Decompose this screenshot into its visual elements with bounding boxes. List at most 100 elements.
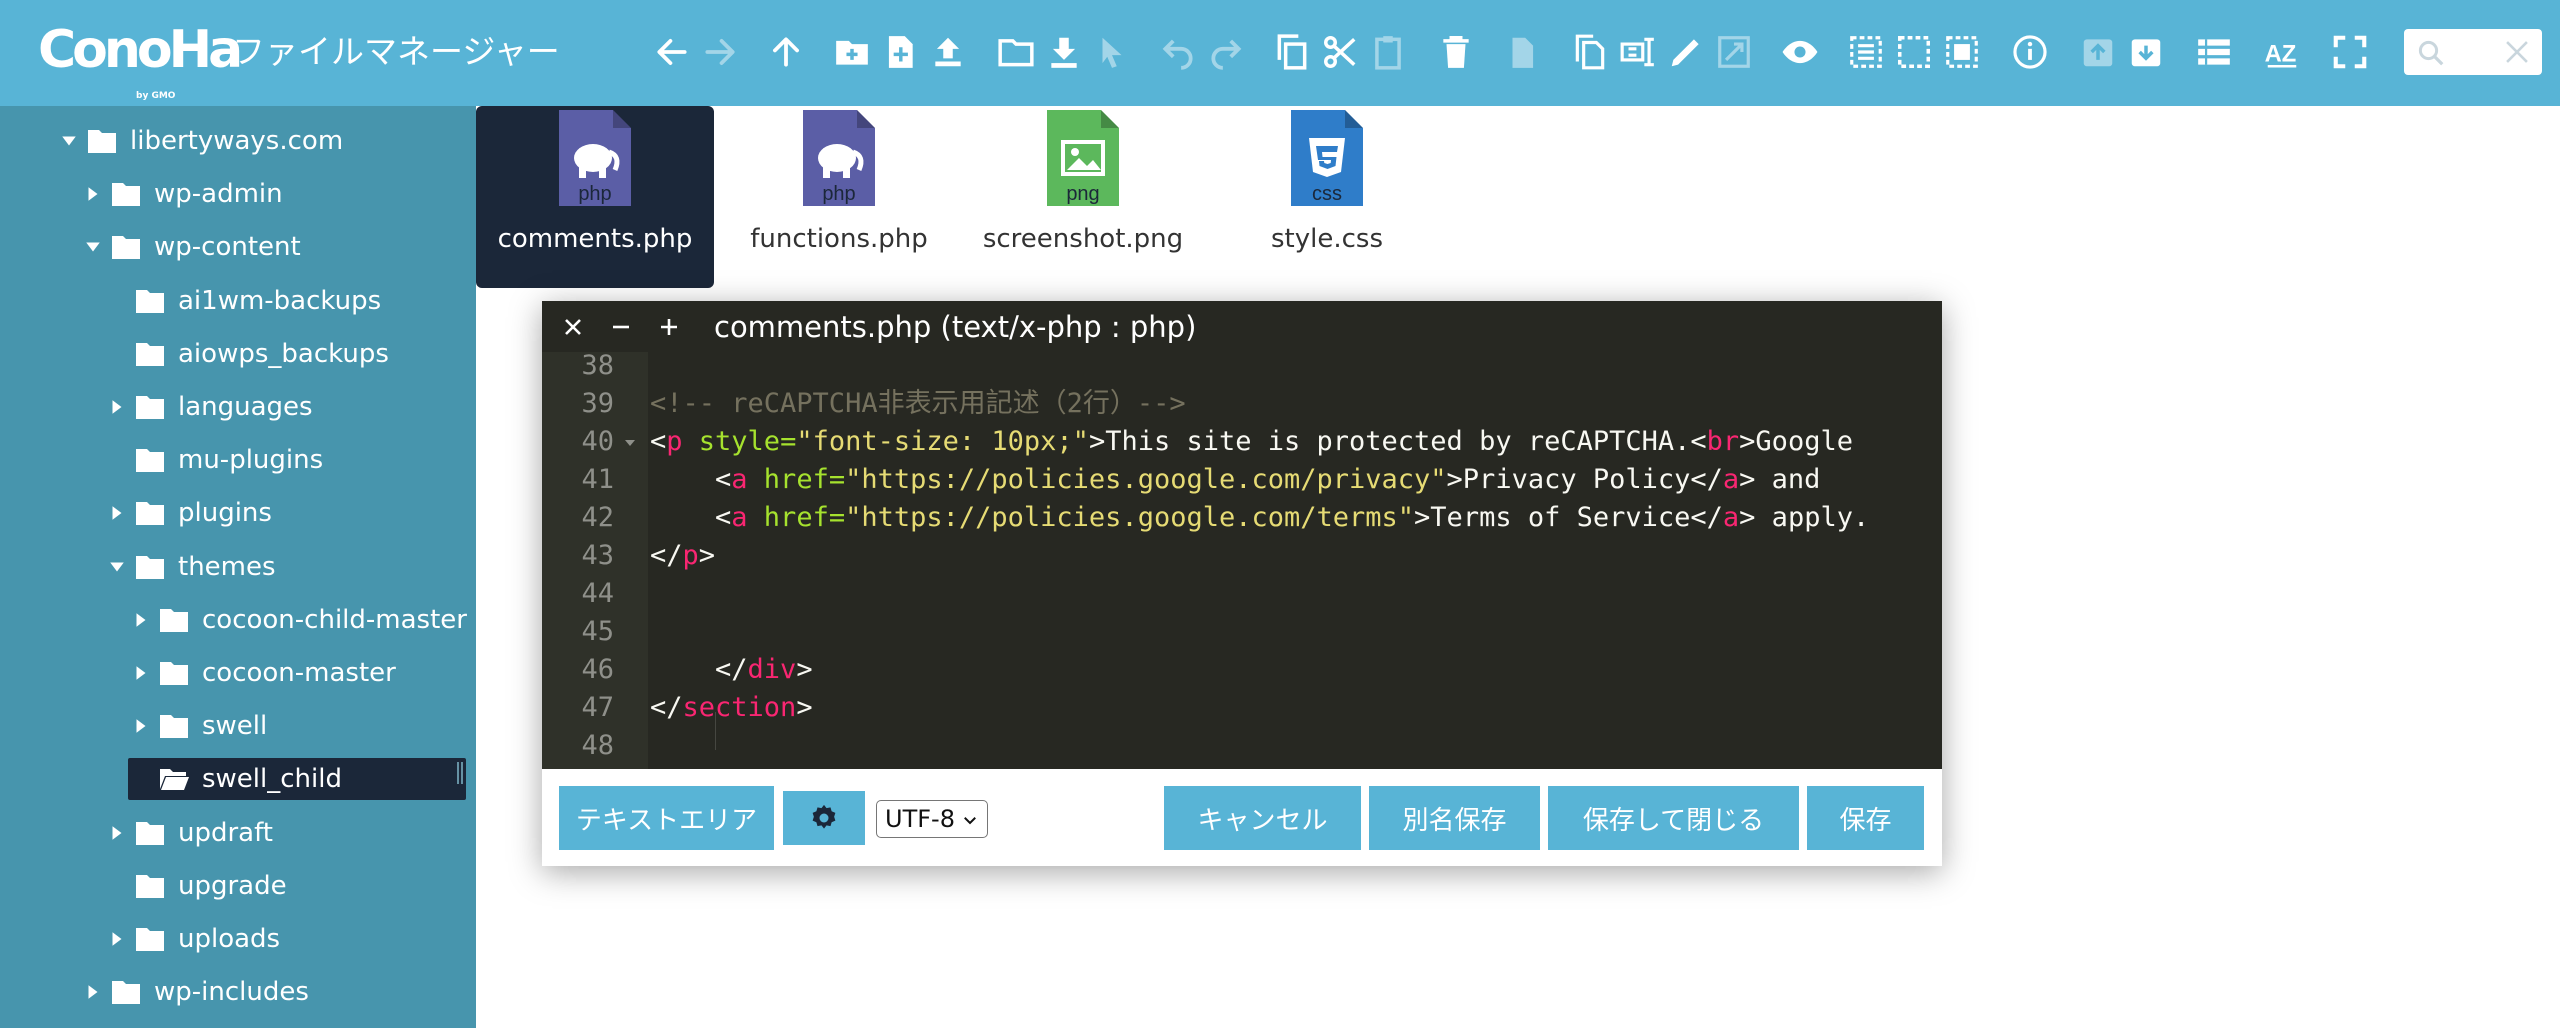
caret-right-icon[interactable] — [106, 928, 128, 950]
rename-icon[interactable] — [1614, 28, 1662, 76]
edit-icon[interactable] — [1662, 28, 1710, 76]
caret-right-icon[interactable] — [130, 715, 152, 737]
caret-right-icon[interactable] — [130, 609, 152, 631]
folder-icon — [158, 712, 190, 740]
caret-down-icon[interactable] — [58, 130, 80, 152]
file-item[interactable]: css style.css — [1208, 106, 1446, 288]
tree-item[interactable]: uploads — [106, 918, 280, 960]
list-view-icon[interactable] — [2190, 28, 2238, 76]
tree-item[interactable]: wp-includes — [82, 971, 309, 1013]
caret-right-icon[interactable] — [130, 662, 152, 684]
folder-icon — [110, 180, 142, 208]
new-folder-icon[interactable] — [828, 28, 876, 76]
caret-right-icon[interactable] — [106, 502, 128, 524]
sort-icon[interactable]: AZ — [2258, 28, 2306, 76]
file-item[interactable]: php functions.php — [720, 106, 958, 288]
file-item[interactable]: png screenshot.png — [964, 106, 1202, 288]
code-token: >Terms of Service</ — [1414, 502, 1723, 533]
tree-item-label: upgrade — [178, 870, 287, 901]
tree-item-label: libertyways.com — [130, 126, 344, 156]
code-line[interactable]: </section> — [650, 689, 813, 727]
tree-item[interactable]: ai1wm-backups — [106, 280, 381, 322]
minimize-icon[interactable] — [604, 309, 638, 345]
tree-item[interactable]: cocoon-child-master — [130, 599, 467, 641]
code-line[interactable]: <p style="font-size: 10px;">This site is… — [650, 423, 1853, 461]
forward-arrow-icon[interactable] — [696, 28, 744, 76]
cancel-button[interactable]: キャンセル — [1164, 786, 1361, 850]
code-line[interactable]: <!-- reCAPTCHA非表示用記述（2行）--> — [650, 385, 1186, 423]
cursor-icon[interactable] — [1088, 28, 1136, 76]
sidebar-resize-handle[interactable] — [456, 762, 464, 784]
undo-icon[interactable] — [1154, 28, 1202, 76]
tree-item[interactable]: wp-admin — [82, 173, 283, 215]
textarea-button[interactable]: テキストエリア — [559, 786, 774, 850]
caret-right-icon[interactable] — [82, 183, 104, 205]
empty-icon[interactable] — [1498, 28, 1546, 76]
tree-item[interactable]: wp-content — [82, 226, 301, 268]
tree-item[interactable]: themes — [106, 546, 276, 588]
tree-item[interactable]: plugins — [106, 492, 272, 534]
code-line[interactable]: <a href="https://policies.google.com/pri… — [650, 461, 1820, 499]
fold-arrow-icon[interactable] — [622, 423, 638, 461]
select-none-icon[interactable] — [1890, 28, 1938, 76]
select-all-icon[interactable] — [1842, 28, 1890, 76]
tree-item-label: languages — [178, 392, 313, 422]
tree-item-label: swell — [202, 711, 268, 742]
caret-right-icon[interactable] — [82, 981, 104, 1003]
tree-item[interactable]: aiowps_backups — [106, 333, 389, 375]
file-name: screenshot.png — [982, 224, 1184, 254]
caret-down-icon[interactable] — [106, 556, 128, 578]
save-as-button[interactable]: 別名保存 — [1369, 786, 1540, 850]
tree-item[interactable]: libertyways.com — [58, 120, 343, 162]
redo-icon[interactable] — [1202, 28, 1250, 76]
fullscreen-icon[interactable] — [2326, 28, 2374, 76]
file-item[interactable]: php comments.php — [476, 106, 714, 288]
tree-item[interactable]: upgrade — [106, 865, 287, 907]
trash-icon[interactable] — [1432, 28, 1480, 76]
new-file-icon[interactable] — [876, 28, 924, 76]
editor-titlebar[interactable]: comments.php (text/x-php : php) — [542, 301, 1942, 352]
tree-item[interactable]: swell_child — [128, 758, 466, 801]
encoding-select[interactable]: UTF-8 — [876, 800, 988, 838]
tree-item[interactable]: mu-plugins — [106, 439, 323, 481]
code-token: >This site is protected by reCAPTCHA.< — [1088, 426, 1707, 457]
save-and-close-button[interactable]: 保存して閉じる — [1548, 786, 1799, 850]
code-editor[interactable]: 38 39 40 41 42 43 44 45 46 47 48 <!-- reCAPTCHA非表示… — [542, 352, 1942, 769]
code-line[interactable]: <a href="https://policies.google.com/ter… — [650, 499, 1869, 537]
code-line[interactable]: </p> — [650, 537, 715, 575]
tree-item[interactable]: languages — [106, 386, 313, 428]
tree-item[interactable]: swell — [130, 705, 267, 747]
php-file-icon: php — [559, 110, 631, 206]
tree-item[interactable]: cocoon-master — [130, 652, 396, 694]
cut-icon[interactable] — [1316, 28, 1364, 76]
open-folder-icon[interactable] — [992, 28, 1040, 76]
caret-right-icon[interactable] — [106, 396, 128, 418]
code-line[interactable]: </div> — [650, 651, 813, 689]
code-token: a — [1722, 502, 1740, 533]
save-button[interactable]: 保存 — [1807, 786, 1924, 850]
back-arrow-icon[interactable] — [648, 28, 696, 76]
tree-item[interactable]: updraft — [106, 812, 273, 854]
extract-icon[interactable] — [2122, 28, 2170, 76]
upload-icon[interactable] — [924, 28, 972, 76]
archive-icon[interactable] — [2074, 28, 2122, 76]
settings-button[interactable] — [783, 791, 865, 845]
copy-icon[interactable] — [1268, 28, 1316, 76]
caret-right-icon[interactable] — [106, 822, 128, 844]
caret-down-icon[interactable] — [82, 236, 104, 258]
up-arrow-icon[interactable] — [762, 28, 810, 76]
code-token: "https://policies.google.com/terms" — [845, 502, 1415, 533]
duplicate-icon[interactable] — [1566, 28, 1614, 76]
download-icon[interactable] — [1040, 28, 1088, 76]
maximize-icon[interactable] — [652, 309, 686, 345]
search-field[interactable] — [2404, 29, 2542, 75]
folder-icon — [134, 340, 166, 368]
invert-selection-icon[interactable] — [1938, 28, 1986, 76]
preview-icon[interactable] — [1776, 28, 1824, 76]
resize-icon[interactable] — [1710, 28, 1758, 76]
info-icon[interactable] — [2006, 28, 2054, 76]
paste-icon[interactable] — [1364, 28, 1412, 76]
tree-item-label: wp-includes — [154, 977, 309, 1008]
close-icon[interactable] — [556, 309, 590, 345]
clear-search-icon[interactable] — [2500, 33, 2534, 71]
